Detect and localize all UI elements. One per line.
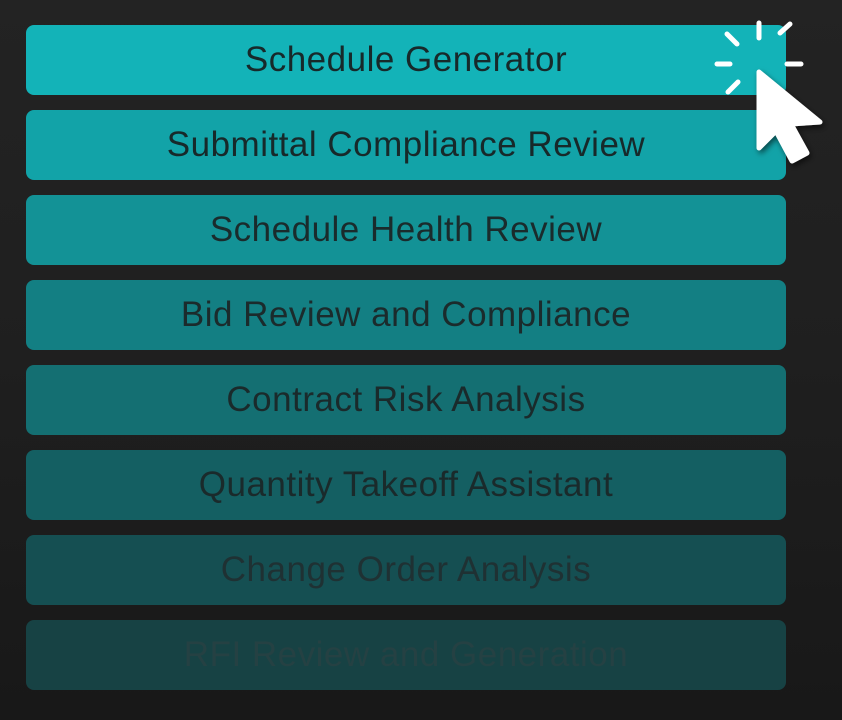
- tool-menu: Schedule Generator Submittal Compliance …: [26, 25, 786, 705]
- menu-item-quantity-takeoff-assistant[interactable]: Quantity Takeoff Assistant: [26, 450, 786, 520]
- menu-item-label: Schedule Generator: [244, 40, 568, 79]
- menu-item-submittal-compliance-review[interactable]: Submittal Compliance Review: [26, 110, 786, 180]
- menu-item-label: Quantity Takeoff Assistant: [198, 465, 614, 504]
- menu-item-label: Bid Review and Compliance: [180, 295, 632, 334]
- menu-item-schedule-generator[interactable]: Schedule Generator: [26, 25, 786, 95]
- menu-item-label: RFI Review and Generation: [183, 635, 629, 674]
- menu-item-label: Change Order Analysis: [220, 550, 592, 589]
- menu-item-label: Contract Risk Analysis: [226, 380, 586, 419]
- menu-item-bid-review-and-compliance[interactable]: Bid Review and Compliance: [26, 280, 786, 350]
- menu-item-label: Submittal Compliance Review: [166, 125, 646, 164]
- hand-pointer-click-icon: [706, 14, 830, 174]
- menu-item-contract-risk-analysis[interactable]: Contract Risk Analysis: [26, 365, 786, 435]
- menu-item-schedule-health-review[interactable]: Schedule Health Review: [26, 195, 786, 265]
- menu-item-label: Schedule Health Review: [209, 210, 603, 249]
- menu-item-change-order-analysis[interactable]: Change Order Analysis: [26, 535, 786, 605]
- menu-item-rfi-review-and-generation[interactable]: RFI Review and Generation: [26, 620, 786, 690]
